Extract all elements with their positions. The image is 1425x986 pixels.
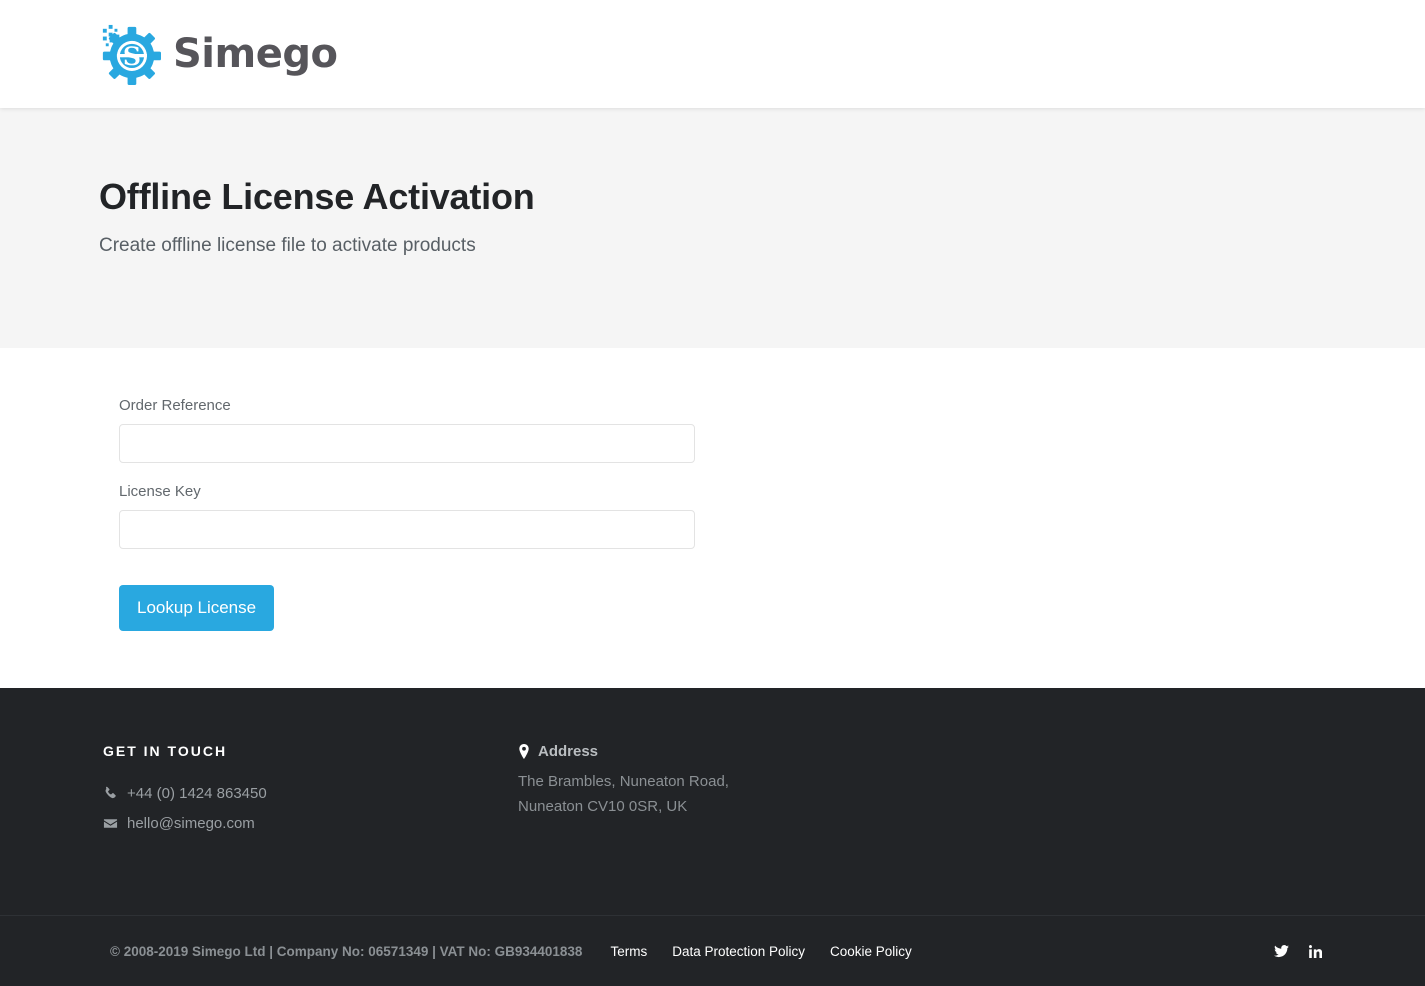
site-footer: GET IN TOUCH +44 (0) 1424 863450 hello@s… (0, 688, 1425, 986)
social-links (1274, 944, 1323, 958)
footer-column-address: Address The Brambles, Nuneaton Road, Nun… (518, 743, 938, 915)
link-cookie-policy[interactable]: Cookie Policy (830, 944, 912, 959)
page-hero: Offline License Activation Create offlin… (0, 108, 1425, 348)
link-terms[interactable]: Terms (610, 944, 647, 959)
copyright-text: © 2008-2019 Simego Ltd | Company No: 065… (110, 943, 583, 959)
legal-links: Terms Data Protection Policy Cookie Poli… (610, 944, 911, 959)
site-logo-text: Simego (173, 31, 338, 77)
address-title-row: Address (518, 743, 938, 760)
footer-email-link[interactable]: hello@simego.com (127, 815, 255, 832)
order-reference-label: Order Reference (119, 397, 231, 414)
link-data-protection-policy[interactable]: Data Protection Policy (672, 944, 805, 959)
order-reference-input[interactable] (119, 424, 695, 463)
footer-phone-row: +44 (0) 1424 863450 (103, 785, 518, 802)
order-reference-group: Order Reference (119, 397, 1425, 463)
envelope-icon (103, 819, 118, 828)
page-subtitle: Create offline license file to activate … (99, 235, 476, 257)
twitter-icon (1274, 944, 1289, 957)
site-logo-link[interactable]: S Simego (99, 23, 338, 85)
phone-icon (105, 786, 116, 799)
license-key-input[interactable] (119, 510, 695, 549)
main-content: Order Reference License Key Lookup Licen… (0, 348, 1425, 688)
footer-email-row: hello@simego.com (103, 815, 518, 832)
map-pin-icon (519, 744, 529, 759)
footer-phone-link[interactable]: +44 (0) 1424 863450 (127, 785, 267, 802)
simego-gear-logo-icon: S (102, 24, 161, 85)
twitter-link[interactable] (1274, 944, 1289, 958)
site-header: S Simego (0, 0, 1425, 108)
linkedin-link[interactable] (1309, 944, 1323, 958)
linkedin-icon (1309, 944, 1323, 958)
address-line-1: The Brambles, Nuneaton Road, (518, 773, 729, 790)
lookup-license-button[interactable]: Lookup License (119, 585, 275, 631)
footer-column-get-in-touch: GET IN TOUCH +44 (0) 1424 863450 hello@s… (103, 743, 518, 915)
footer-main: GET IN TOUCH +44 (0) 1424 863450 hello@s… (0, 688, 1425, 915)
license-lookup-form: Order Reference License Key Lookup Licen… (119, 397, 1425, 631)
license-key-group: License Key (119, 483, 1425, 549)
get-in-touch-heading: GET IN TOUCH (103, 743, 228, 759)
address-title: Address (538, 743, 599, 760)
page-title: Offline License Activation (99, 176, 535, 217)
license-key-label: License Key (119, 483, 201, 500)
footer-bottom-bar: © 2008-2019 Simego Ltd | Company No: 065… (0, 915, 1425, 986)
address-line-2: Nuneaton CV10 0SR, UK (518, 798, 688, 816)
